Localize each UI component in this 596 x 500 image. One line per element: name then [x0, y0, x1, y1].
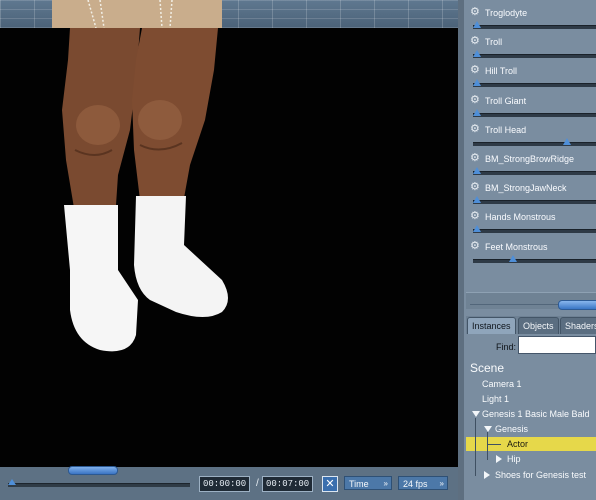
morph-slider-track[interactable] [473, 171, 596, 175]
morph-slider-track[interactable] [473, 229, 596, 234]
time-mode-select[interactable]: Time» [344, 476, 392, 490]
morph-slider-track[interactable] [473, 25, 596, 29]
morph-slider-row[interactable]: ⚙ Troll Giant [466, 91, 596, 120]
morph-label: Troll [485, 37, 503, 48]
gear-icon[interactable]: ⚙ [470, 7, 481, 18]
morph-label: BM_StrongJawNeck [485, 183, 567, 194]
panel-splitter[interactable] [458, 0, 464, 500]
morph-slider-row[interactable]: ⚙ Hands Monstrous [466, 207, 596, 236]
morph-label: Troll Head [485, 124, 527, 135]
tree-item-genesis-figure[interactable]: Genesis 1 Basic Male Bald [466, 407, 596, 421]
morph-slider-track[interactable] [473, 54, 596, 59]
timeline-scrubber-thumb[interactable] [8, 479, 16, 485]
chevron-down-icon: » [383, 479, 388, 488]
morph-slider-track[interactable] [473, 141, 596, 146]
morph-slider-row[interactable]: ⚙ Troll [466, 32, 596, 61]
morph-label: Feet Monstrous [485, 241, 548, 252]
figure-legs-render [52, 0, 228, 352]
divider-handle[interactable] [558, 300, 596, 310]
cross-icon: ✕ [325, 478, 335, 490]
find-input[interactable] [518, 336, 596, 354]
tab-instances[interactable]: Instances [467, 317, 516, 334]
morph-slider-thumb[interactable] [473, 167, 481, 174]
morph-slider-track[interactable] [473, 200, 596, 205]
collapse-icon[interactable] [496, 455, 502, 463]
tree-connector [487, 444, 501, 445]
gear-icon[interactable]: ⚙ [470, 123, 481, 135]
expand-icon[interactable] [484, 426, 492, 432]
tree-item-shoes[interactable]: Shoes for Genesis test [466, 468, 596, 482]
tree-connector [475, 418, 476, 476]
morph-slider-track[interactable] [473, 258, 596, 263]
morph-slider-row[interactable]: ⚙ BM_StrongJawNeck [466, 178, 596, 207]
divider-line [470, 304, 558, 305]
scene-title: Scene [470, 361, 505, 375]
tab-objects[interactable]: Objects [518, 317, 559, 334]
gear-icon[interactable]: ⚙ [470, 36, 481, 47]
morph-slider-row[interactable]: ⚙ Feet Monstrous [466, 237, 596, 266]
gear-icon[interactable]: ⚙ [470, 182, 481, 193]
gear-icon[interactable]: ⚙ [470, 94, 481, 106]
morph-label: BM_StrongBrowRidge [485, 154, 575, 164]
current-time-field[interactable]: 00:00:00 [199, 476, 251, 492]
find-label: Find: [496, 342, 517, 352]
morph-slider-row[interactable]: ⚙ BM_StrongBrowRidge [466, 149, 596, 178]
tree-item-hip[interactable]: Hip [466, 452, 596, 466]
expand-icon[interactable] [472, 411, 480, 417]
gear-icon[interactable]: ⚙ [470, 153, 481, 164]
morph-slider-thumb[interactable] [509, 254, 517, 262]
morph-label: Troll Giant [485, 95, 527, 106]
loop-toggle-button[interactable]: ✕ [322, 476, 338, 492]
time-separator: / [256, 478, 259, 489]
morph-label: Troglodyte [485, 8, 528, 18]
tree-connector [487, 432, 488, 460]
morph-slider-thumb[interactable] [473, 108, 481, 116]
morph-slider-track[interactable] [473, 83, 596, 88]
end-time-field[interactable]: 00:07:00 [262, 476, 314, 492]
collapse-icon[interactable] [484, 471, 490, 479]
morph-slider-thumb[interactable] [473, 196, 481, 204]
timeline-handle[interactable] [68, 466, 118, 475]
panel-divider[interactable] [466, 292, 596, 310]
scene-tabs: Instances Objects Shaders [466, 316, 596, 334]
chevron-down-icon: » [439, 479, 444, 488]
morph-slider-track[interactable] [473, 112, 596, 117]
viewport-3d[interactable] [0, 0, 458, 467]
tree-item-camera[interactable]: Camera 1 [466, 377, 596, 391]
morph-slider-thumb[interactable] [473, 50, 481, 58]
morph-label: Hands Monstrous [485, 212, 556, 223]
timeline-scrubber-track[interactable] [8, 483, 190, 487]
morph-slider-row[interactable]: ⚙ Troglodyte [466, 3, 596, 32]
fps-select[interactable]: 24 fps» [398, 476, 448, 490]
tab-shaders[interactable]: Shaders [560, 317, 596, 334]
gear-icon[interactable]: ⚙ [470, 211, 481, 222]
morph-slider-row[interactable]: ⚙ Hill Troll [466, 61, 596, 90]
morph-label: Hill Troll [485, 66, 518, 77]
gear-icon[interactable]: ⚙ [470, 65, 481, 76]
gear-icon[interactable]: ⚙ [470, 240, 481, 252]
tree-item-actor[interactable]: Actor [466, 437, 596, 451]
morph-slider-row[interactable]: ⚙ Troll Head [466, 120, 596, 149]
morph-slider-thumb[interactable] [473, 21, 481, 28]
tree-item-genesis[interactable]: Genesis [466, 422, 596, 436]
tree-item-light[interactable]: Light 1 [466, 392, 596, 406]
morph-slider-thumb[interactable] [473, 225, 481, 233]
morph-slider-thumb[interactable] [473, 79, 481, 87]
morph-slider-thumb[interactable] [563, 137, 571, 145]
